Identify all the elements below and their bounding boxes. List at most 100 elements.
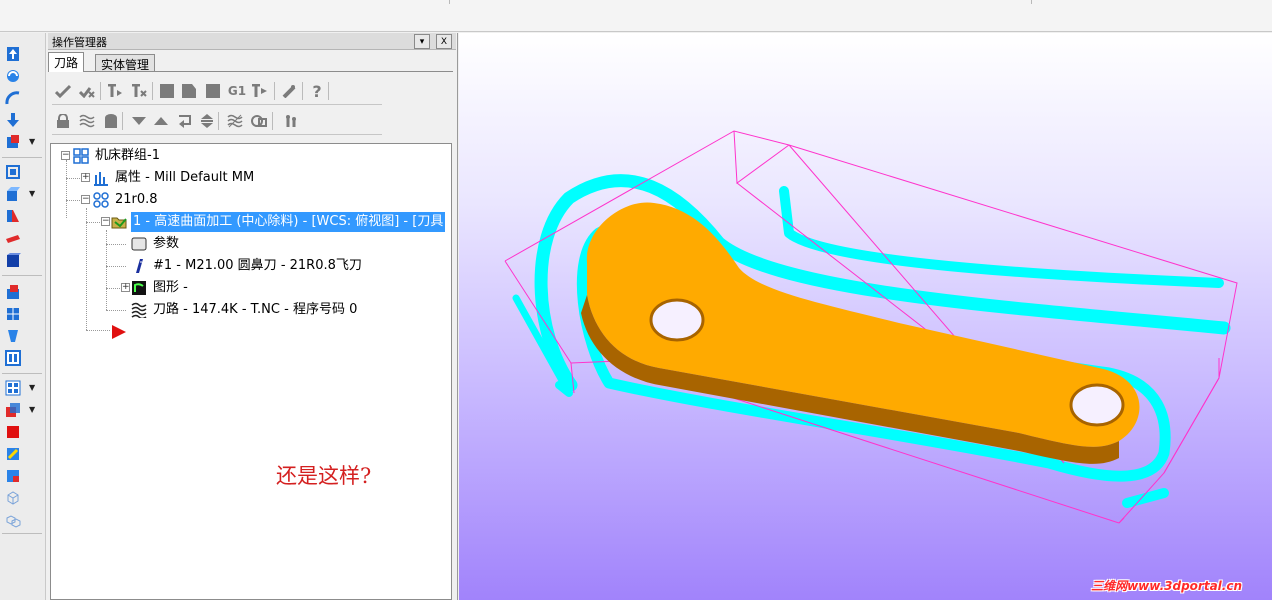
dropdown-arrow-icon[interactable]: ▼ (29, 405, 35, 414)
options-icon[interactable] (282, 111, 300, 131)
select-dirty-ops-icon[interactable] (78, 81, 96, 101)
tab-solids[interactable]: 实体管理 (95, 54, 156, 72)
verify-icon[interactable] (180, 81, 198, 101)
panel-menu-button[interactable]: ▾ (414, 34, 430, 49)
toolbar-separator (2, 157, 42, 158)
dropdown-arrow-icon[interactable]: ▼ (29, 189, 35, 198)
arc-icon[interactable] (4, 89, 22, 107)
edit-face-icon[interactable] (4, 445, 22, 463)
panel-title: 操作管理器 (52, 36, 107, 49)
tree-node-label: 21r0.8 (115, 192, 158, 207)
tree-connector (106, 244, 126, 245)
toolbar-separator (152, 82, 153, 100)
solid-verify-icon[interactable] (250, 111, 268, 131)
tree-node-label: 图形 - (153, 280, 188, 295)
cube-icon[interactable] (4, 251, 22, 269)
insert-after-icon[interactable] (176, 111, 194, 131)
help-icon[interactable]: ? (308, 81, 326, 101)
parameters-icon (131, 236, 147, 252)
toolpath-only-icon[interactable] (226, 111, 244, 131)
tree-node-parameters[interactable]: 参数 (131, 234, 181, 254)
toolbar-separator (122, 112, 123, 130)
regenerate-dirty-icon[interactable] (130, 81, 148, 101)
regenerate-selected-icon[interactable] (106, 81, 124, 101)
multi-cube-icon[interactable] (4, 511, 22, 529)
toggle-posting-icon[interactable] (78, 111, 96, 131)
watermark-text: 三维网www.3dportal.cn (1091, 579, 1242, 593)
remove-face-icon[interactable] (4, 467, 22, 485)
draft-icon[interactable] (4, 327, 22, 345)
wireframe-cube-icon[interactable] (4, 489, 22, 507)
expander-expand[interactable]: + (81, 173, 90, 182)
graphics-viewport[interactable]: 三维网www.3dportal.cn (459, 33, 1272, 600)
delete-ops-icon[interactable] (280, 81, 298, 101)
color-solid-icon[interactable] (4, 401, 22, 419)
expander-expand[interactable]: + (121, 283, 130, 292)
offset-icon[interactable] (4, 163, 22, 181)
tree-node-properties[interactable]: 属性 - Mill Default MM (93, 168, 256, 188)
toolbar-separator (2, 373, 42, 374)
dropdown-arrow-icon[interactable]: ▼ (29, 383, 35, 392)
post-selected-icon[interactable]: G1 (226, 81, 248, 101)
properties-icon (93, 170, 109, 186)
solid-shape-icon[interactable] (4, 133, 22, 151)
chamfer-icon[interactable] (4, 229, 22, 247)
tree-connector (106, 230, 107, 310)
tab-label: 刀路 (54, 56, 79, 70)
panel-close-button[interactable]: X (436, 34, 452, 49)
boolean-icon[interactable] (4, 283, 22, 301)
move-down-icon[interactable] (130, 111, 148, 131)
toolbar-segment (0, 0, 450, 4)
tool-icon (131, 258, 147, 274)
dropdown-arrow-icon[interactable]: ▼ (29, 137, 35, 146)
tab-toolpaths[interactable]: 刀路 (48, 52, 85, 72)
grid-view-icon[interactable] (4, 379, 22, 397)
shell-icon[interactable] (4, 305, 22, 323)
layout-icon[interactable] (4, 349, 22, 367)
toolbar-separator (218, 112, 219, 130)
red-square-icon[interactable] (4, 423, 22, 441)
rotate-icon[interactable] (4, 67, 22, 85)
simulate-icon[interactable] (204, 81, 222, 101)
extrude-icon[interactable] (4, 185, 22, 203)
scroll-icon[interactable] (198, 111, 216, 131)
tree-node-geometry[interactable]: 图形 - (131, 278, 190, 298)
insert-arrow-icon[interactable] (111, 322, 127, 342)
tree-node-operation[interactable]: 1 - 高速曲面加工 (中心除料) - [WCS: 俯视图] - [刀具 (111, 212, 446, 232)
expander-collapse[interactable]: − (61, 151, 70, 160)
backplot-icon[interactable] (158, 81, 176, 101)
tree-node-tool[interactable]: #1 - M21.00 圆鼻刀 - 21R0.8飞刀 (131, 256, 364, 276)
chevron-down-icon: ▾ (419, 36, 425, 47)
tree-connector (106, 266, 126, 267)
tree-node-label: #1 - M21.00 圆鼻刀 - 21R0.8飞刀 (153, 258, 362, 273)
toolbar-separator (2, 533, 42, 534)
select-all-ops-icon[interactable] (54, 81, 72, 101)
lock-icon[interactable] (54, 111, 72, 131)
toolpath-group-icon (93, 192, 109, 208)
tree-node-toolpath-file[interactable]: 刀路 - 147.4K - T.NC - 程序号码 0 (131, 300, 359, 320)
tree-node-machine-group[interactable]: 机床群组-1 (73, 146, 162, 166)
toolbar-separator (272, 112, 273, 130)
toolbar-separator (100, 82, 101, 100)
toolbar-row-divider (52, 134, 382, 135)
toggle-display-icon[interactable] (102, 111, 120, 131)
left-vertical-toolbar: ▼ ▼ ▼ ▼ (0, 33, 46, 600)
fillet-icon[interactable] (4, 207, 22, 225)
toolbar-separator (302, 82, 303, 100)
toolpath-scene (504, 130, 1238, 524)
tree-node-label: 1 - 高速曲面加工 (中心除料) - [WCS: 俯视图] - [刀具 (131, 212, 446, 232)
geometry-icon (131, 280, 147, 296)
translate-up-icon[interactable] (4, 45, 22, 63)
toolbar-separator (328, 82, 329, 100)
tree-node-label: 属性 - Mill Default MM (115, 170, 255, 185)
machine-group-icon (73, 148, 89, 164)
panel-title-bar: 操作管理器 ▾ X (48, 33, 456, 50)
move-down-icon[interactable] (4, 111, 22, 129)
tree-node-label: 参数 (153, 236, 180, 251)
tree-node-label: 机床群组-1 (95, 148, 160, 163)
move-up-icon[interactable] (152, 111, 170, 131)
expander-collapse[interactable]: − (81, 195, 90, 204)
high-speed-toolpath-icon[interactable] (250, 81, 268, 101)
expander-collapse[interactable]: − (101, 217, 110, 226)
tree-node-toolpath-group[interactable]: 21r0.8 (93, 190, 160, 210)
